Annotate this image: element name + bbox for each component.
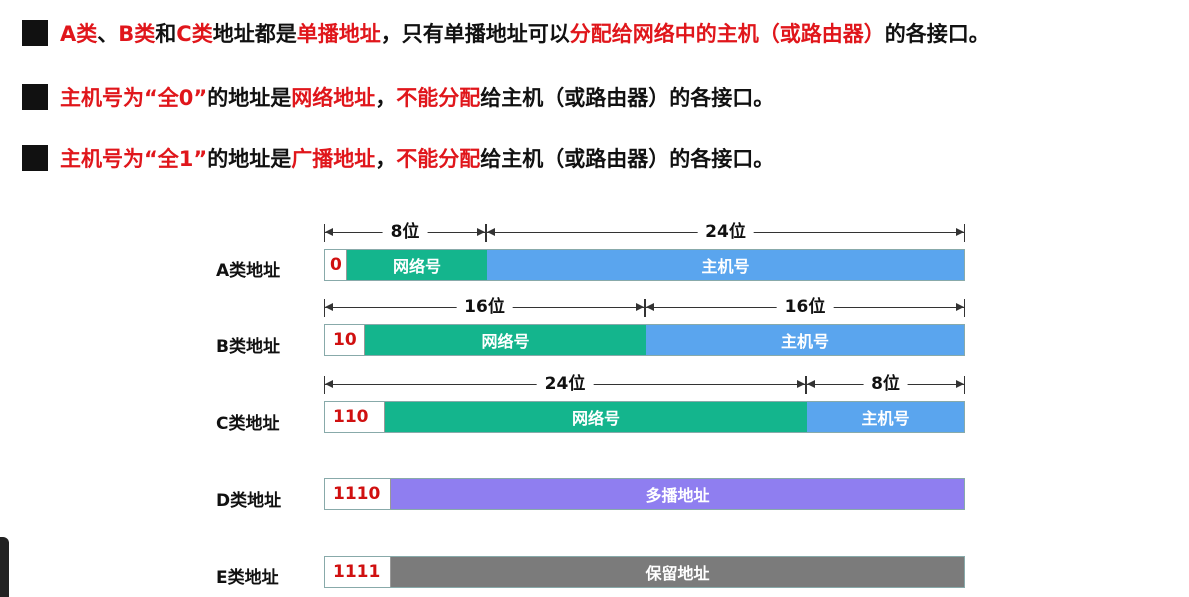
dimension-host-bits-b: 16位 — [645, 297, 965, 317]
arrow-right-icon — [956, 303, 964, 311]
bullet-text: ，只有单播地址可以 — [380, 22, 570, 46]
bullet-text: 、 — [97, 22, 119, 46]
bullet-text: ， — [375, 147, 397, 171]
arrow-right-icon — [477, 228, 485, 236]
bullet-text: 地址都是 — [212, 22, 297, 46]
row-label-b: B类地址 — [216, 337, 280, 357]
bullet-square-icon — [22, 20, 48, 46]
bits-label: 16位 — [456, 297, 513, 317]
bullet-text: 广播地址 — [291, 147, 376, 171]
bullet-text: A类 — [60, 22, 98, 46]
address-bar-b: 10 网络号 主机号 — [324, 324, 965, 356]
address-bar-c: 110 网络号 主机号 — [324, 401, 965, 433]
reserved-field: 保留地址 — [391, 557, 964, 587]
prefix-bits: 10 — [325, 325, 365, 355]
arrow-left-icon — [807, 380, 815, 388]
bullet-text: 不能分配 — [396, 147, 481, 171]
bullet-text: 网络地址 — [291, 86, 376, 110]
bullet-text: C类 — [176, 22, 213, 46]
address-bar-a: 0 网络号 主机号 — [324, 249, 965, 281]
arrow-left-icon — [325, 228, 333, 236]
prefix-bits: 1110 — [325, 479, 391, 509]
dimension-network-bits-a: 8位 — [324, 222, 486, 242]
dimension-network-bits-b: 16位 — [324, 297, 645, 317]
host-field: 主机号 — [807, 402, 964, 432]
window-edge — [0, 537, 9, 597]
bullet-text: 给主机（或路由器）的各接口。 — [480, 147, 775, 171]
dimension-network-bits-c: 24位 — [324, 374, 806, 394]
bullet-text: B类 — [118, 22, 156, 46]
dimension-host-bits-c: 8位 — [806, 374, 965, 394]
arrow-right-icon — [956, 380, 964, 388]
arrow-right-icon — [797, 380, 805, 388]
row-label-c: C类地址 — [216, 414, 280, 434]
bullet-text: 的各接口。 — [884, 22, 990, 46]
row-label-d: D类地址 — [216, 491, 282, 511]
bullet-text: 主机号为“全0” — [60, 86, 208, 110]
bullet-square-icon — [22, 145, 48, 171]
bullet-text: 的地址是 — [207, 86, 292, 110]
network-field: 网络号 — [365, 325, 646, 355]
bullet-text: 给主机（或路由器）的各接口。 — [480, 86, 775, 110]
arrow-right-icon — [636, 303, 644, 311]
row-label-a: A类地址 — [216, 261, 281, 281]
prefix-bits: 0 — [325, 250, 347, 280]
arrow-left-icon — [487, 228, 495, 236]
network-field: 网络号 — [385, 402, 807, 432]
bullet-text: 不能分配 — [396, 86, 481, 110]
bullet-text: 单播地址 — [296, 22, 381, 46]
bullet-text: 和 — [155, 22, 177, 46]
host-field: 主机号 — [487, 250, 964, 280]
bullet-text: 主机号为“全1” — [60, 147, 208, 171]
prefix-bits: 1111 — [325, 557, 391, 587]
bits-label: 24位 — [697, 222, 754, 242]
bits-label: 8位 — [863, 374, 908, 394]
bullet-line-2: 主机号为“全0” 的地址是 网络地址 ， 不能分配 给主机（或路由器）的各接口。 — [22, 80, 774, 114]
prefix-bits: 110 — [325, 402, 385, 432]
bits-label: 24位 — [536, 374, 594, 394]
bullet-text: ， — [375, 86, 397, 110]
bullet-line-1: A类 、 B类 和 C类 地址都是 单播地址 ，只有单播地址可以 分配给网络中的… — [22, 16, 990, 50]
host-field: 主机号 — [646, 325, 964, 355]
arrow-left-icon — [325, 380, 333, 388]
bullet-text: 的地址是 — [207, 147, 292, 171]
bits-label: 16位 — [776, 297, 834, 317]
dimension-host-bits-a: 24位 — [486, 222, 965, 242]
row-label-e: E类地址 — [216, 568, 279, 588]
bits-label: 8位 — [382, 222, 428, 242]
bullet-text: 分配给网络中的主机（或路由器） — [569, 22, 885, 46]
address-bar-d: 1110 多播地址 — [324, 478, 965, 510]
arrow-left-icon — [646, 303, 654, 311]
arrow-left-icon — [325, 303, 333, 311]
bullet-square-icon — [22, 84, 48, 110]
multicast-field: 多播地址 — [391, 479, 964, 509]
network-field: 网络号 — [347, 250, 487, 280]
address-bar-e: 1111 保留地址 — [324, 556, 965, 588]
bullet-line-3: 主机号为“全1” 的地址是 广播地址 ， 不能分配 给主机（或路由器）的各接口。 — [22, 141, 774, 175]
arrow-right-icon — [956, 228, 964, 236]
